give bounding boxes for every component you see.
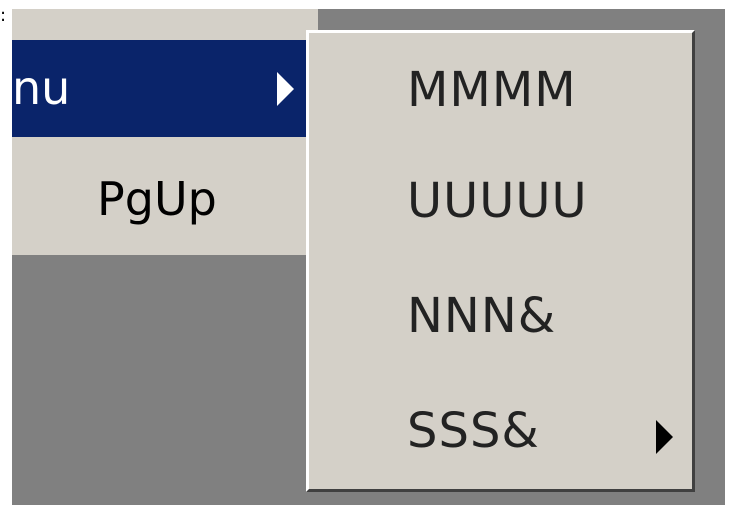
submenu-item-label: NNN& [407, 288, 557, 344]
menu-item-menu[interactable]: nu [12, 40, 318, 137]
menu-item-label: nu [12, 61, 71, 115]
submenu-item-label: SSS& [407, 403, 540, 459]
menu-item-pgup[interactable]: PgUp [12, 159, 318, 249]
submenu-item-nnn[interactable]: NNN& [309, 261, 692, 371]
submenu: MMMM UUUUU NNN& SSS& [306, 30, 695, 492]
menu-item-label: PgUp [97, 172, 217, 226]
submenu-arrow-icon [656, 420, 673, 454]
submenu-arrow-icon [277, 72, 294, 106]
screen: : nu PgUp MMMM UUUUU NNN& SSS& [0, 0, 731, 505]
submenu-item-mmmm[interactable]: MMMM [309, 35, 692, 145]
submenu-item-label: UUUUU [407, 173, 588, 229]
submenu-item-uuuuu[interactable]: UUUUU [309, 146, 692, 256]
submenu-item-sss[interactable]: SSS& [309, 376, 692, 486]
submenu-item-label: MMMM [407, 62, 577, 118]
parent-menu: nu PgUp [12, 9, 318, 255]
edge-mark: : [0, 9, 4, 23]
